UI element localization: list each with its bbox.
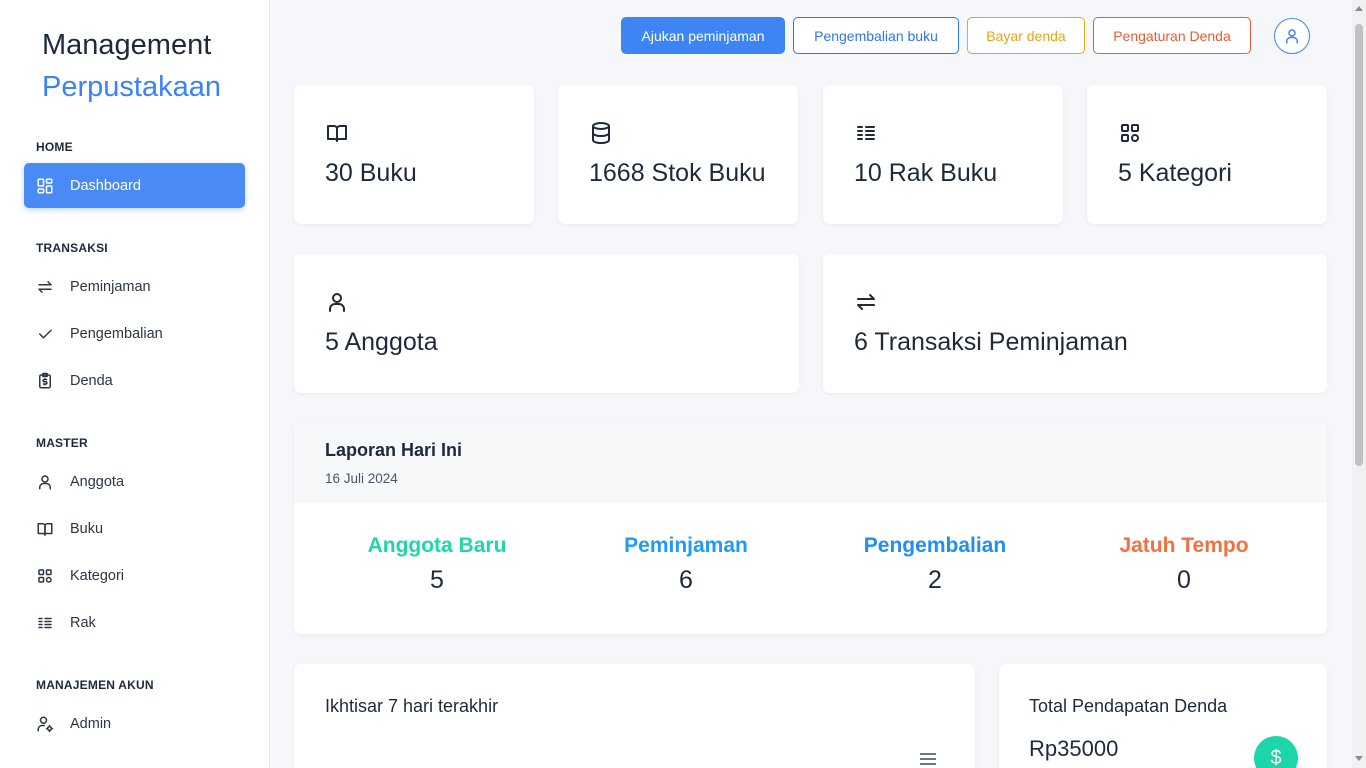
user-icon [325,290,349,314]
database-icon [589,121,613,145]
metric-anggota-baru: Anggota Baru 5 [312,534,562,595]
stat-card-stok-buku: 1668 Stok Buku [558,85,798,224]
user-gear-icon [36,715,54,733]
bayar-denda-button[interactable]: Bayar denda [967,17,1085,54]
stat-card-buku: 30 Buku [294,85,534,224]
sidebar-item-denda[interactable]: Denda [24,358,245,403]
sidebar-item-rak[interactable]: Rak [24,600,245,645]
report-date: 16 Juli 2024 [325,471,398,486]
stat-value: 10 Rak Buku [854,159,998,187]
sidebar: Management Perpustakaan HOME Dashboard T… [0,0,270,768]
profile-avatar-button[interactable] [1274,18,1310,54]
metric-value: 2 [928,566,942,594]
brand-title: Management Perpustakaan [42,24,221,108]
user-icon [1283,27,1301,45]
check-icon [36,325,54,343]
open-book-icon [325,121,349,145]
swap-arrows-icon [854,290,878,314]
section-home: HOME [36,140,73,154]
sidebar-item-peminjaman[interactable]: Peminjaman [24,264,245,309]
stat-card-anggota: 5 Anggota [294,254,799,393]
metric-label: Anggota Baru [367,534,507,557]
overview-card: Ikhtisar 7 hari terakhir [294,664,975,768]
sidebar-item-label: Denda [70,372,113,389]
metric-value: 5 [430,566,444,594]
fines-value: Rp35000 [1029,736,1119,761]
brand-line-2: Perpustakaan [42,71,221,103]
report-header: Laporan Hari Ini 16 Juli 2024 [294,422,1327,503]
sidebar-item-label: Dashboard [70,177,141,194]
section-manajemen-akun: MANAJEMEN AKUN [36,678,154,692]
fines-title: Total Pendapatan Denda [1029,696,1228,716]
sidebar-item-label: Anggota [70,473,125,490]
sidebar-item-label: Admin [70,715,112,732]
stat-value: 5 Kategori [1118,159,1232,187]
swap-arrows-icon [36,278,54,296]
sidebar-item-label: Pengembalian [70,325,163,342]
list-icon [36,614,54,632]
sidebar-item-buku[interactable]: Buku [24,506,245,551]
stat-card-kategori: 5 Kategori [1087,85,1327,224]
hamburger-menu-icon[interactable] [918,752,938,766]
stat-value: 5 Anggota [325,328,438,356]
stat-card-transaksi: 6 Transaksi Peminjaman [823,254,1327,393]
overview-title: Ikhtisar 7 hari terakhir [325,696,499,716]
clipboard-dollar-icon [36,372,54,390]
open-book-icon [36,520,54,538]
metric-pengembalian: Pengembalian 2 [810,534,1060,595]
metric-label: Peminjaman [624,534,748,557]
user-icon [36,473,54,491]
report-title: Laporan Hari Ini [325,440,463,460]
sidebar-item-anggota[interactable]: Anggota [24,459,245,504]
sidebar-item-kategori[interactable]: Kategori [24,553,245,598]
category-grid-icon [36,567,54,585]
section-master: MASTER [36,436,88,450]
stat-value: 1668 Stok Buku [589,159,766,187]
page-scrollbar[interactable] [1352,0,1366,768]
scroll-down-arrow-icon[interactable] [1355,756,1363,761]
metric-peminjaman: Peminjaman 6 [561,534,811,595]
sidebar-item-label: Rak [70,614,96,631]
metric-label: Pengembalian [863,534,1007,557]
metric-label: Jatuh Tempo [1119,534,1249,557]
dashboard-icon [36,177,54,195]
sidebar-item-dashboard[interactable]: Dashboard [24,163,245,208]
ajukan-peminjaman-button[interactable]: Ajukan peminjaman [621,17,785,54]
report-card: Laporan Hari Ini 16 Juli 2024 Anggota Ba… [294,422,1327,634]
dollar-icon: $ [1254,736,1298,768]
pengembalian-buku-button[interactable]: Pengembalian buku [793,17,959,54]
sidebar-item-admin[interactable]: Admin [24,701,245,746]
stat-value: 30 Buku [325,159,417,187]
stat-value: 6 Transaksi Peminjaman [854,328,1128,356]
scroll-up-arrow-icon[interactable] [1355,6,1363,11]
sidebar-item-pengembalian[interactable]: Pengembalian [24,311,245,356]
list-icon [854,121,878,145]
metric-jatuh-tempo: Jatuh Tempo 0 [1059,534,1309,595]
metric-value: 0 [1177,566,1191,594]
sidebar-item-label: Peminjaman [70,278,151,295]
sidebar-item-label: Buku [70,520,104,537]
pengaturan-denda-button[interactable]: Pengaturan Denda [1093,17,1251,54]
stat-card-rak-buku: 10 Rak Buku [823,85,1063,224]
metric-value: 6 [679,566,693,594]
section-transaksi: TRANSAKSI [36,241,108,255]
sidebar-item-label: Kategori [70,567,125,584]
category-grid-icon [1118,121,1142,145]
scrollbar-thumb[interactable] [1355,24,1363,466]
fines-card: Total Pendapatan Denda Rp35000 $ [999,664,1327,768]
brand-line-1: Management [42,29,212,61]
